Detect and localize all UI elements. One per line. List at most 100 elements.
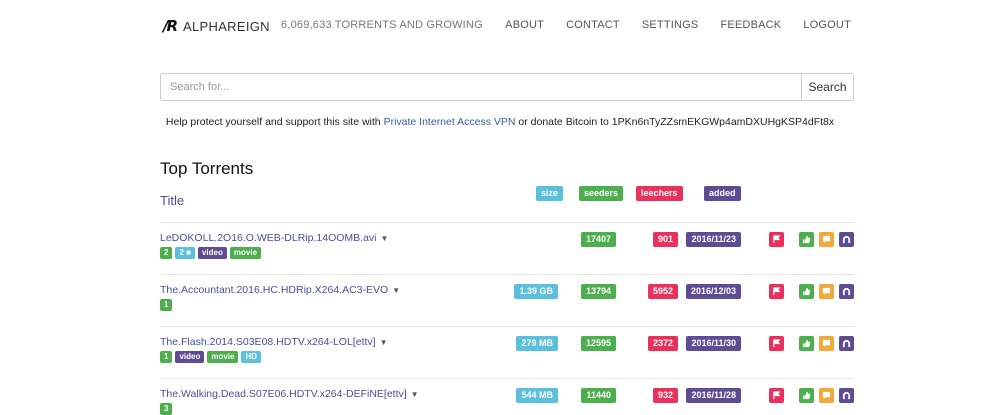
thumbs-up-icon bbox=[802, 391, 811, 400]
magnet-icon bbox=[842, 287, 851, 296]
logo-text: ALPHAREIGN bbox=[183, 18, 270, 34]
comment-icon: ■ bbox=[186, 248, 191, 257]
thumbs-up-icon bbox=[802, 235, 811, 244]
nav-logout[interactable]: LOGOUT bbox=[803, 19, 851, 31]
added-date: 2016/12/03 bbox=[685, 284, 741, 299]
magnet-icon bbox=[842, 391, 851, 400]
seeders-count: 17407 bbox=[580, 232, 616, 247]
torrent-row: The.Accountant.2016.HC.HDRip.X264.AC3-EV… bbox=[160, 274, 854, 326]
size-value: 279 MB bbox=[516, 336, 558, 351]
chevron-down-icon[interactable]: ▼ bbox=[411, 390, 419, 399]
bitcoin-address: 1PKn6nTyZZsmEKGWp4amDXUHgKSP4dFt8x bbox=[611, 116, 835, 128]
list-heading: Top Torrents bbox=[160, 159, 254, 178]
comment-button[interactable] bbox=[819, 284, 834, 299]
comment-button[interactable] bbox=[819, 388, 834, 403]
magnet-button[interactable] bbox=[839, 284, 854, 299]
like-button[interactable] bbox=[799, 388, 814, 403]
comments-count: 2 bbox=[179, 248, 184, 257]
torrent-name: The.Flash.2014.S03E08.HDTV.x264-LOL[ettv… bbox=[160, 336, 376, 348]
like-button[interactable] bbox=[799, 284, 814, 299]
flag-icon bbox=[773, 391, 781, 400]
file-count-tag: 3 bbox=[160, 403, 173, 415]
comment-icon bbox=[822, 391, 831, 400]
report-button[interactable] bbox=[769, 232, 784, 247]
search-input[interactable] bbox=[160, 73, 801, 101]
torrent-name-link[interactable]: The.Walking.Dead.S07E06.HDTV.x264-DEFiNE… bbox=[160, 388, 419, 400]
thumbs-up-icon bbox=[802, 339, 811, 348]
support-message: Help protect yourself and support this s… bbox=[0, 116, 1000, 128]
report-button[interactable] bbox=[769, 336, 784, 351]
size-value: 1.39 GB bbox=[514, 284, 558, 299]
column-title[interactable]: Title bbox=[160, 193, 184, 208]
category-tag-movie[interactable]: movie bbox=[229, 247, 262, 259]
comments-tag: 2 ■ bbox=[175, 247, 195, 259]
nav-settings[interactable]: SETTINGS bbox=[642, 19, 699, 31]
site-logo[interactable]: /R ALPHAREIGN bbox=[163, 17, 270, 35]
column-leechers[interactable]: leechers bbox=[636, 186, 683, 201]
column-added[interactable]: added bbox=[704, 186, 741, 201]
category-tag-video[interactable]: video bbox=[175, 351, 205, 363]
site-header: /R ALPHAREIGN 6,069,633 TORRENTS AND GRO… bbox=[0, 0, 1000, 52]
vpn-link[interactable]: Private Internet Access VPN bbox=[384, 116, 516, 128]
magnet-icon bbox=[842, 235, 851, 244]
flag-icon bbox=[773, 287, 781, 296]
logo-mark: /R bbox=[163, 17, 178, 35]
leechers-count: 932 bbox=[652, 388, 678, 403]
torrent-row: The.Walking.Dead.S07E06.HDTV.x264-DEFiNE… bbox=[160, 378, 854, 415]
column-size[interactable]: size bbox=[536, 186, 564, 201]
thumbs-up-icon bbox=[802, 287, 811, 296]
search-button[interactable]: Search bbox=[801, 73, 854, 101]
magnet-button[interactable] bbox=[839, 232, 854, 247]
flag-icon bbox=[773, 235, 781, 244]
file-count-tag: 1 bbox=[160, 299, 173, 311]
seeders-count: 11440 bbox=[581, 388, 616, 403]
torrent-name-link[interactable]: LeDOKOLL.2O16.O.WEB-DLRip.14OOMB.avi ▼ bbox=[160, 232, 388, 244]
like-button[interactable] bbox=[799, 232, 814, 247]
torrent-tags: 1 video movie HD bbox=[160, 351, 262, 363]
comment-button[interactable] bbox=[819, 336, 834, 351]
torrent-row: The.Flash.2014.S03E08.HDTV.x264-LOL[ettv… bbox=[160, 326, 854, 378]
torrent-name-link[interactable]: The.Flash.2014.S03E08.HDTV.x264-LOL[ettv… bbox=[160, 336, 388, 348]
seeders-count: 12595 bbox=[580, 336, 616, 351]
support-prefix: Help protect yourself and support this s… bbox=[165, 116, 384, 128]
leechers-count: 2372 bbox=[647, 336, 678, 351]
magnet-button[interactable] bbox=[839, 388, 854, 403]
magnet-button[interactable] bbox=[839, 336, 854, 351]
nav-about[interactable]: ABOUT bbox=[505, 19, 544, 31]
torrent-name-link[interactable]: The.Accountant.2016.HC.HDRip.X264.AC3-EV… bbox=[160, 284, 400, 296]
category-tag-hd[interactable]: HD bbox=[241, 351, 262, 363]
torrent-name: The.Accountant.2016.HC.HDRip.X264.AC3-EV… bbox=[160, 284, 389, 296]
nav-feedback[interactable]: FEEDBACK bbox=[720, 19, 781, 31]
magnet-icon bbox=[842, 339, 851, 348]
category-tag-movie[interactable]: movie bbox=[207, 351, 239, 363]
torrent-tags: 1 bbox=[160, 299, 173, 311]
torrent-tags: 3 bbox=[160, 403, 173, 415]
top-nav: ABOUT CONTACT SETTINGS FEEDBACK LOGOUT bbox=[505, 19, 851, 31]
chevron-down-icon[interactable]: ▼ bbox=[381, 234, 389, 243]
added-date: 2016/11/23 bbox=[686, 232, 741, 247]
report-button[interactable] bbox=[769, 388, 784, 403]
torrent-row: LeDOKOLL.2O16.O.WEB-DLRip.14OOMB.avi ▼ 2 … bbox=[160, 222, 854, 274]
chevron-down-icon[interactable]: ▼ bbox=[392, 286, 400, 295]
nav-contact[interactable]: CONTACT bbox=[566, 19, 620, 31]
comment-button[interactable] bbox=[819, 232, 834, 247]
torrent-name: LeDOKOLL.2O16.O.WEB-DLRip.14OOMB.avi bbox=[160, 232, 377, 244]
seeders-count: 13794 bbox=[580, 284, 616, 299]
torrent-name: The.Walking.Dead.S07E06.HDTV.x264-DEFiNE… bbox=[160, 388, 407, 400]
chevron-down-icon[interactable]: ▼ bbox=[380, 338, 388, 347]
leechers-count: 5952 bbox=[647, 284, 678, 299]
file-count-tag: 1 bbox=[160, 351, 173, 363]
flag-icon bbox=[773, 339, 781, 348]
size-value: 544 MB bbox=[516, 388, 558, 403]
comment-icon bbox=[822, 339, 831, 348]
category-tag-video[interactable]: video bbox=[197, 247, 227, 259]
file-count-tag: 2 bbox=[160, 247, 173, 259]
report-button[interactable] bbox=[769, 284, 784, 299]
added-date: 2016/11/30 bbox=[686, 336, 741, 351]
support-middle: or donate Bitcoin to bbox=[515, 116, 612, 128]
added-date: 2016/11/28 bbox=[686, 388, 741, 403]
column-seeders[interactable]: seeders bbox=[579, 186, 624, 201]
comment-icon bbox=[822, 235, 831, 244]
like-button[interactable] bbox=[799, 336, 814, 351]
comment-icon bbox=[822, 287, 831, 296]
